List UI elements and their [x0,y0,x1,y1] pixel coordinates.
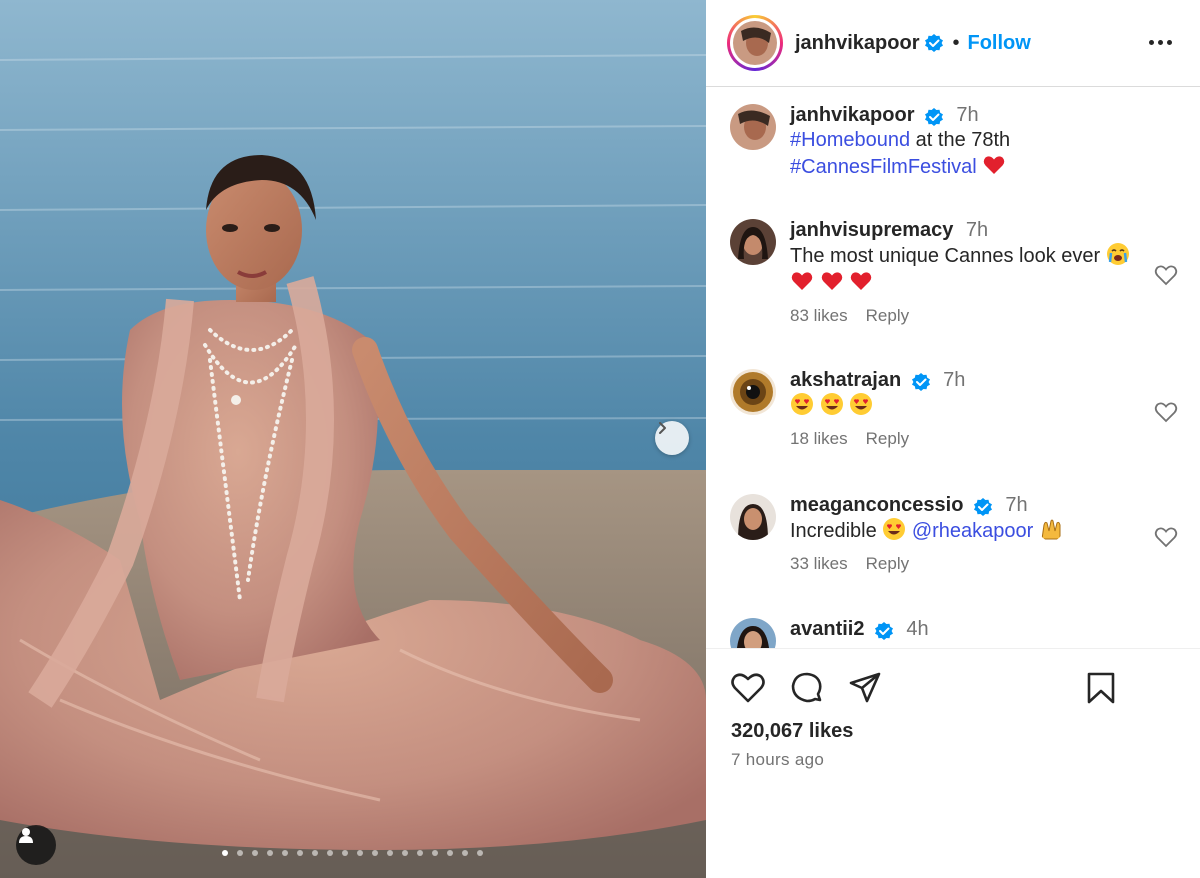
comment-username[interactable]: avantii2 [790,618,864,640]
carousel-dot [327,850,333,856]
heart-icon[interactable] [1154,526,1178,548]
carousel-dot [372,850,378,856]
instagram-post-modal: janhvikapoor • Follow janhvikapoor 7h #H… [0,0,1200,878]
author-avatar-ring[interactable] [727,15,783,71]
carousel-indicator [222,850,483,856]
heart-eyes-emoji-icon [791,393,813,415]
post-image [0,0,706,878]
carousel-dot [222,850,228,856]
comment-button[interactable] [790,671,824,710]
comment-text [790,392,1140,419]
carousel-dot [447,850,453,856]
comment-meta: 18 likes Reply [790,429,1140,449]
author-username[interactable]: janhvikapoor [795,32,919,55]
bookmark-icon [1087,672,1115,704]
carousel-dot [402,850,408,856]
post-likes-count[interactable]: 320,067 likes [731,720,853,743]
comment-username[interactable]: janhvisupremacy [790,219,953,241]
post-timestamp: 7 hours ago [731,750,825,769]
avatar[interactable] [730,369,776,415]
comment-time: 7h [943,369,966,391]
comment-text-content: Incredible [790,520,877,542]
comment-time: 7h [965,219,989,241]
reply-button[interactable]: Reply [866,554,909,573]
carousel-dot [342,850,348,856]
verified-badge-icon [911,372,930,391]
post-actions: 320,067 likes 7 hours ago [706,648,1200,878]
follow-button[interactable]: Follow [968,32,1031,55]
carousel-dot [237,850,243,856]
heart-eyes-emoji-icon [883,518,906,540]
red-heart-emoji-icon [984,156,1005,174]
verified-badge-icon [973,497,992,516]
share-icon [849,672,881,703]
caption-time: 7h [956,104,979,126]
header-separator: • [952,31,960,54]
carousel-dot [357,850,363,856]
comment-meta: 33 likes Reply [790,554,1140,574]
heart-icon[interactable] [1154,401,1178,423]
heart-eyes-emoji-icon [850,393,873,415]
heart-icon[interactable] [1154,264,1178,286]
carousel-dot [297,850,303,856]
carousel-dot [282,850,288,856]
red-heart-emoji-icon [850,272,872,290]
carousel-dot [387,850,393,856]
comment-text: The most unique Cannes look ever [790,242,1140,296]
share-button[interactable] [848,671,882,710]
crying-face-emoji-icon [1106,243,1129,265]
verified-badge-icon [874,621,893,640]
post-side-panel: janhvikapoor • Follow janhvikapoor 7h #H… [706,0,1200,878]
carousel-dot [432,850,438,856]
comment-icon [791,672,822,703]
comment-time: 7h [1005,494,1028,516]
red-heart-emoji-icon [821,272,842,290]
user-tag-icon [19,828,33,843]
avatar[interactable] [730,494,776,540]
avatar [733,21,777,65]
comment-likes[interactable]: 33 likes [790,554,848,573]
like-button[interactable] [730,672,766,709]
post-header: janhvikapoor • Follow [706,0,1200,87]
red-heart-emoji-icon [791,272,813,290]
verified-badge-icon [925,34,944,52]
caption-text: #Homebound at the 78th #CannesFilmFestiv… [790,127,1180,180]
comments-list[interactable]: janhvikapoor 7h #Homebound at the 78th #… [706,88,1200,648]
hashtag-cannes[interactable]: #CannesFilmFestival [790,156,977,178]
caption-text-mid: at the 78th [910,129,1011,151]
next-slide-button[interactable] [655,421,689,455]
comment-text: Incredible @rheakapoor [790,517,1140,544]
heart-icon [731,673,765,703]
post-photo[interactable] [0,0,706,878]
verified-badge-icon [924,107,943,126]
carousel-dot [252,850,258,856]
carousel-dot [312,850,318,856]
comment-likes[interactable]: 83 likes [790,306,848,325]
carousel-dot [462,850,468,856]
raising-hands-emoji-icon [1041,519,1061,540]
chevron-right-icon [659,422,666,434]
carousel-dot [477,850,483,856]
comment-meta: 83 likes Reply [790,306,1140,326]
avatar[interactable] [730,618,776,648]
mention-link[interactable]: @rheakapoor [912,520,1033,542]
comment-likes[interactable]: 18 likes [790,429,848,448]
carousel-dot [267,850,273,856]
save-button[interactable] [1086,671,1116,710]
more-options-icon[interactable] [1149,30,1172,54]
comment-username[interactable]: meaganconcessio [790,494,963,516]
hashtag-homebound[interactable]: #Homebound [790,129,910,151]
carousel-dot [417,850,423,856]
user-tags-button[interactable] [16,825,56,865]
caption-username[interactable]: janhvikapoor [790,104,914,126]
heart-eyes-emoji-icon [820,393,843,415]
comment-time: 4h [906,618,929,640]
reply-button[interactable]: Reply [866,306,909,325]
reply-button[interactable]: Reply [866,429,909,448]
avatar[interactable] [730,104,776,150]
avatar[interactable] [730,219,776,265]
comment-username[interactable]: akshatrajan [790,369,901,391]
comment-text-content: The most unique Cannes look ever [790,245,1101,267]
